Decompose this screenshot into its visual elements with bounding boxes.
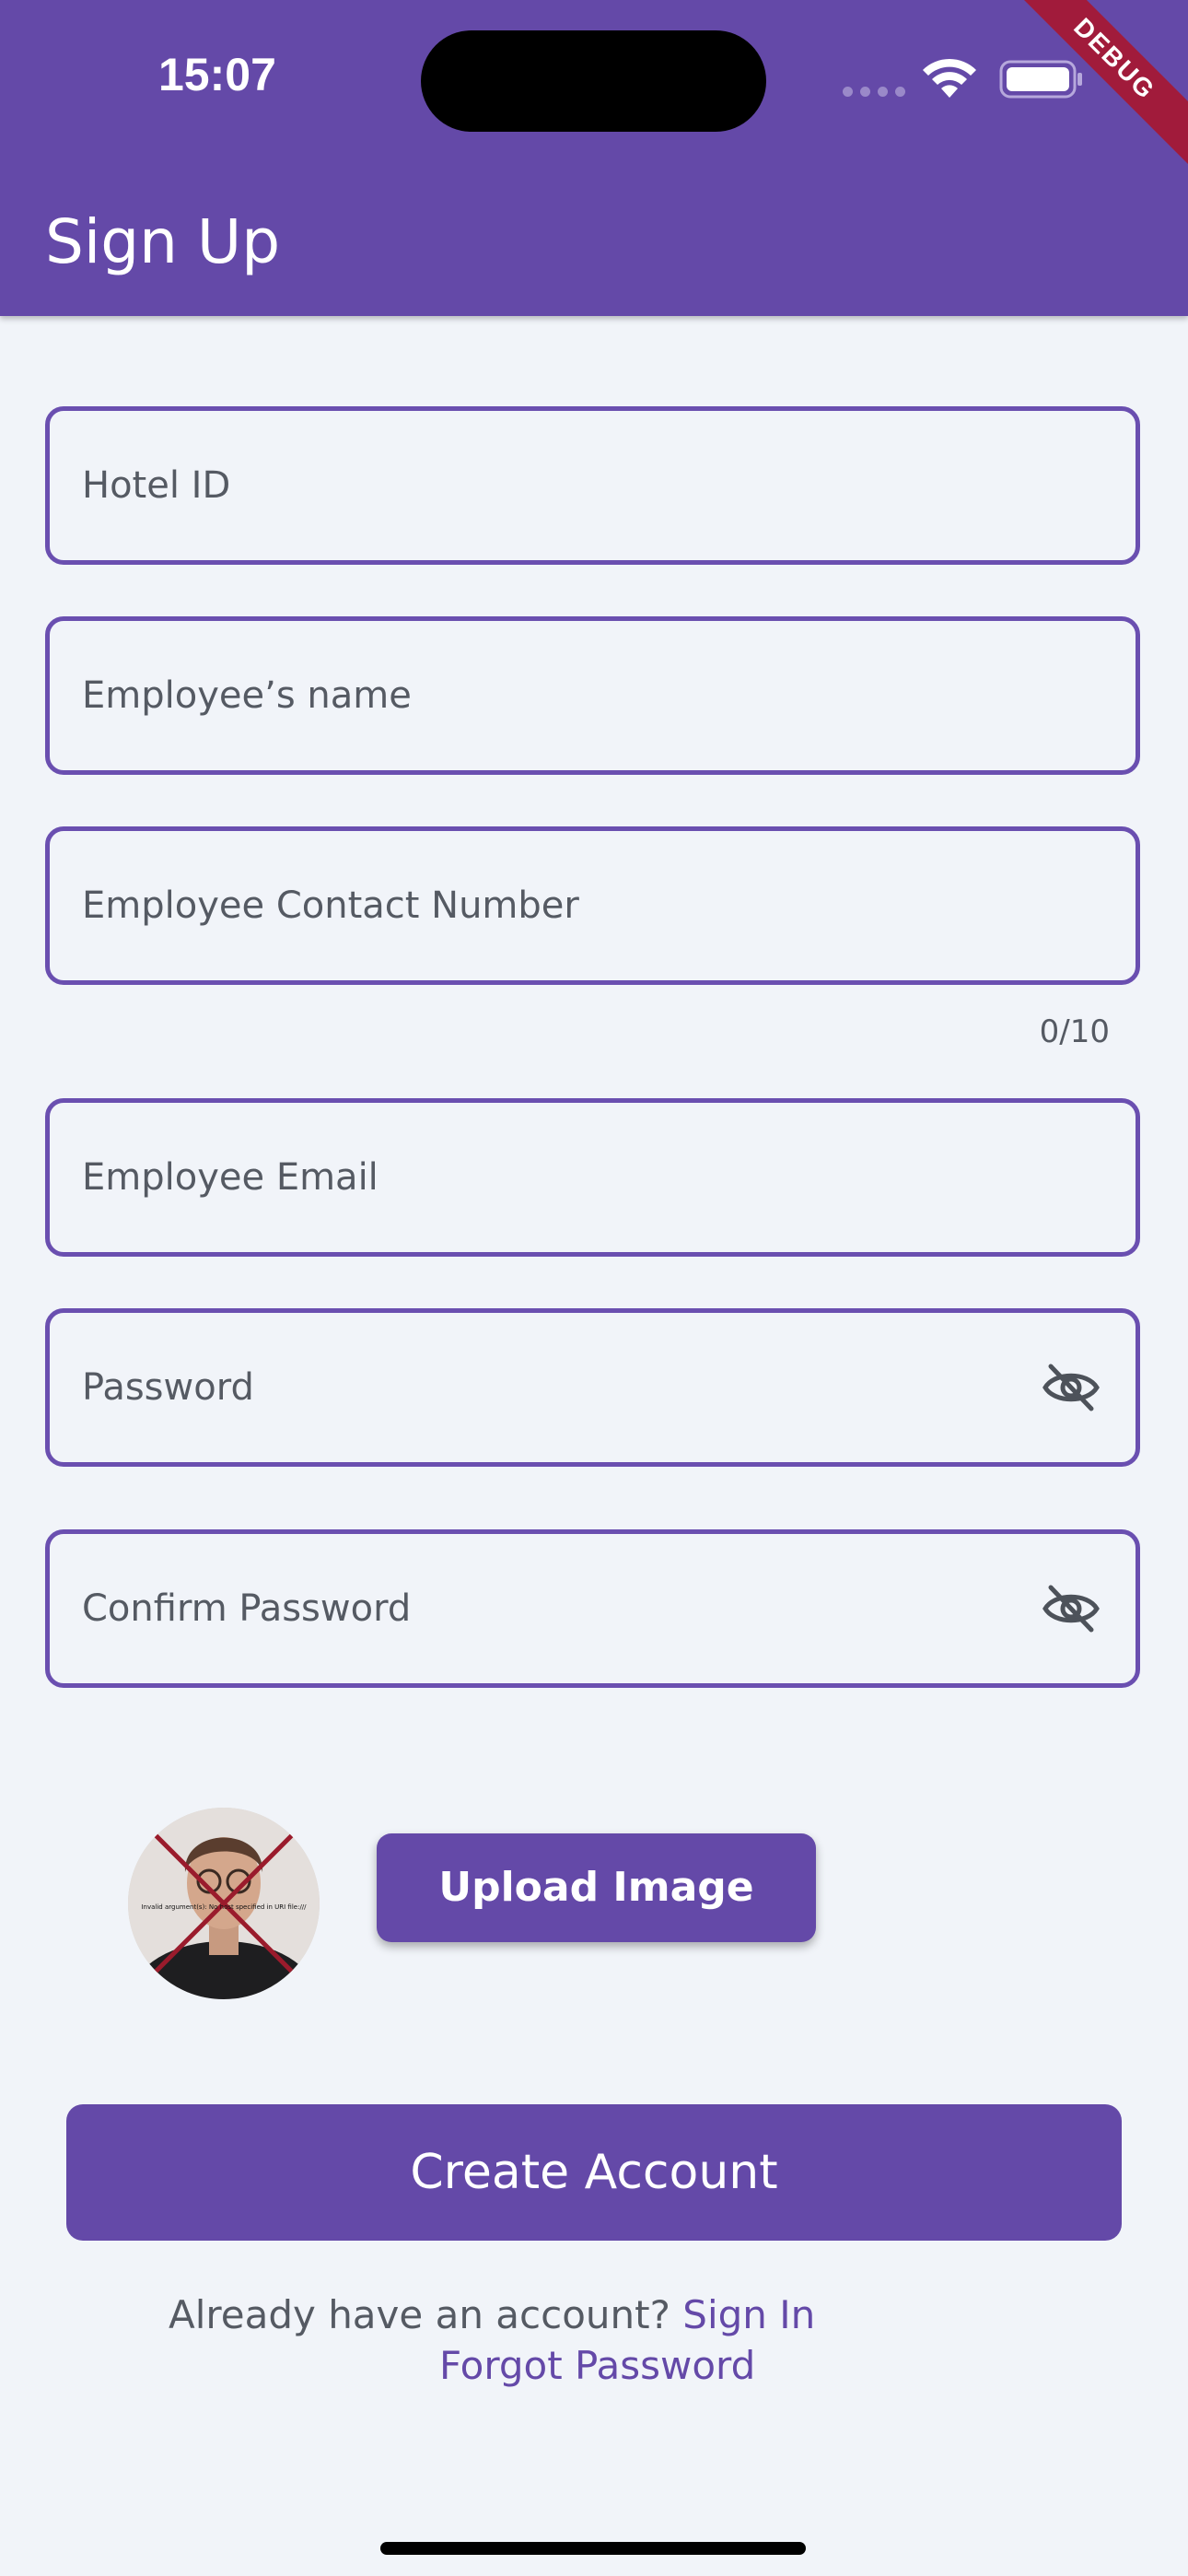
employee-name-field[interactable]: Employee’s name [45,616,1140,775]
confirm-password-placeholder: Confirm Password [82,1587,412,1630]
dynamic-island [421,30,766,132]
hotel-id-field[interactable]: Hotel ID [45,406,1140,565]
email-field[interactable]: Employee Email [45,1098,1140,1257]
sign-in-prompt-text: Already have an account? [169,2292,670,2337]
forgot-password-link[interactable]: Forgot Password [439,2343,755,2388]
contact-number-counter: 0/10 [1039,1013,1110,1050]
cellular-signal-icon [843,87,905,97]
sign-in-prompt: Already have an account? Sign In [169,2292,815,2337]
hotel-id-placeholder: Hotel ID [82,464,231,507]
create-account-button[interactable]: Create Account [66,2104,1122,2241]
visibility-off-icon[interactable] [1042,1363,1101,1412]
status-time: 15:07 [158,49,276,100]
email-placeholder: Employee Email [82,1156,379,1199]
page-title: Sign Up [45,206,281,277]
app-bar: 15:07 DEBUG Sign Up [0,0,1188,316]
contact-number-placeholder: Employee Contact Number [82,884,579,927]
contact-number-field[interactable]: Employee Contact Number [45,826,1140,985]
avatar: Invalid argument(s): No host specified i… [128,1808,320,1999]
home-indicator [380,2542,806,2555]
password-field[interactable]: Password [45,1308,1140,1467]
visibility-off-icon[interactable] [1042,1584,1101,1633]
wifi-icon [923,58,976,98]
employee-name-placeholder: Employee’s name [82,674,412,717]
confirm-password-field[interactable]: Confirm Password [45,1529,1140,1688]
avatar-image: Invalid argument(s): No host specified i… [128,1808,320,1999]
image-error-text: Invalid argument(s): No host specified i… [141,1903,307,1911]
upload-image-button[interactable]: Upload Image [377,1833,816,1942]
password-placeholder: Password [82,1366,254,1409]
sign-in-link[interactable]: Sign In [682,2292,815,2337]
battery-icon [999,60,1082,99]
